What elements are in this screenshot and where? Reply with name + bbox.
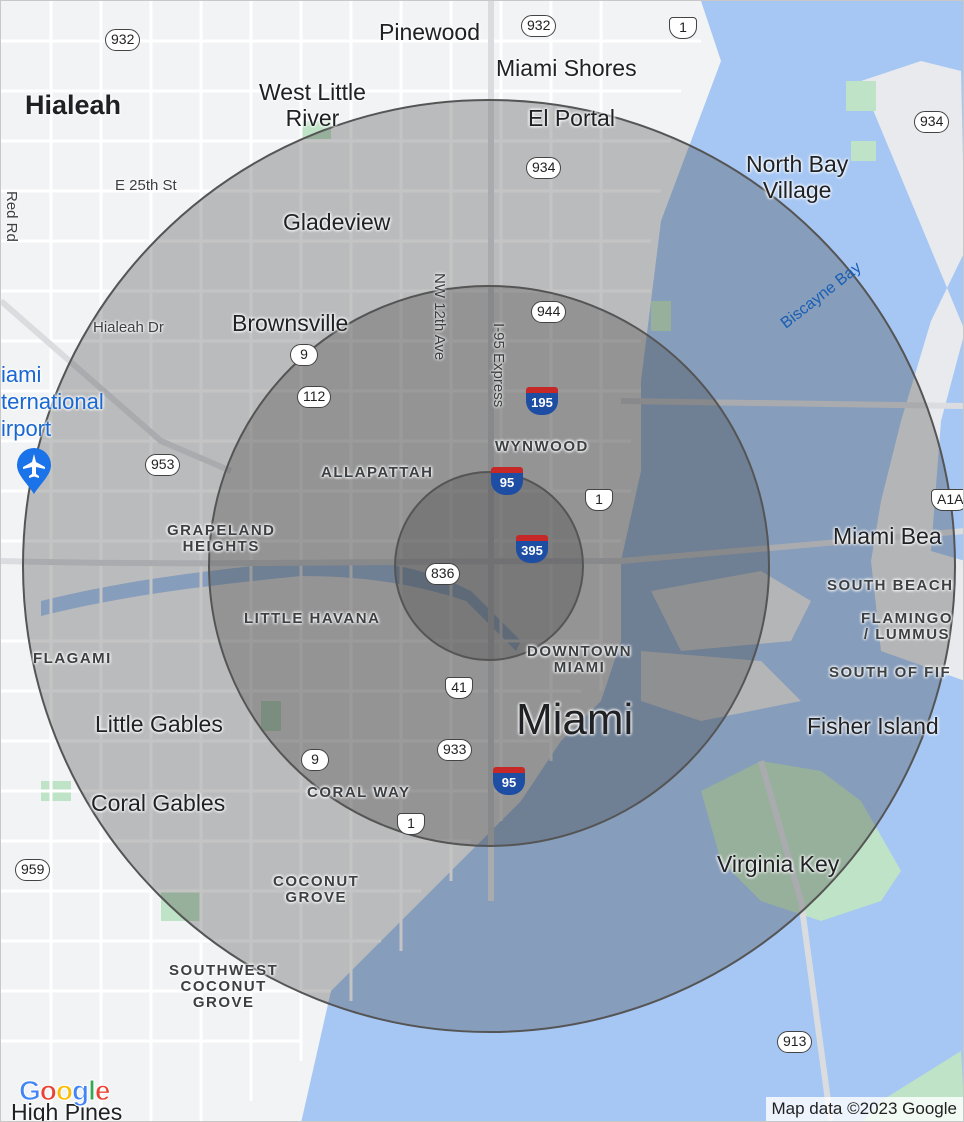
route-shield-934: 934 xyxy=(526,157,562,179)
interstate-shield-195: 195 xyxy=(526,387,558,415)
label-e-25th-st: E 25th St xyxy=(115,177,177,194)
route-shield-932: 932 xyxy=(521,15,557,37)
label-southwest-coconut-grove: SOUTHWEST COCONUT GROVE xyxy=(169,962,279,1011)
map-attribution[interactable]: Map data ©2023 Google xyxy=(765,1097,963,1121)
label-brownsville: Brownsville xyxy=(232,310,349,336)
label-coconut-grove: COCONUT GROVE xyxy=(273,873,360,906)
route-shield-934: 934 xyxy=(914,111,950,133)
radius-ring-inner xyxy=(394,471,584,661)
label-little-gables: Little Gables xyxy=(95,711,223,737)
interstate-shield-95: 95 xyxy=(491,467,523,495)
route-shield-933: 933 xyxy=(437,739,473,761)
label-i95-express: I-95 Express xyxy=(490,323,507,408)
label-miami-shores: Miami Shores xyxy=(496,55,637,81)
map-canvas[interactable]: Pinewood Miami Shores Hialeah West Littl… xyxy=(0,0,964,1122)
label-flamingo-lummus: FLAMINGO / LUMMUS xyxy=(861,610,953,643)
interstate-shield-395: 395 xyxy=(516,535,548,563)
label-miami-beach: Miami Bea xyxy=(833,523,942,549)
route-shield-us1: 1 xyxy=(585,489,613,511)
route-shield-944: 944 xyxy=(531,301,567,323)
label-grapeland-heights: GRAPELAND HEIGHTS xyxy=(167,522,276,555)
route-shield-us1: 1 xyxy=(397,813,425,835)
label-fisher-island: Fisher Island xyxy=(807,713,939,739)
route-shield-836: 836 xyxy=(425,563,461,585)
route-shield-9: 9 xyxy=(301,749,329,771)
label-hialeah-dr: Hialeah Dr xyxy=(93,319,164,336)
label-gladeview: Gladeview xyxy=(283,209,391,235)
label-hialeah: Hialeah xyxy=(25,90,122,120)
route-shield-us1: 1 xyxy=(669,17,697,39)
airplane-icon[interactable] xyxy=(15,447,53,495)
label-south-of-fifth: SOUTH OF FIF xyxy=(829,664,952,681)
label-south-beach: SOUTH BEACH xyxy=(827,577,954,594)
route-shield-932: 932 xyxy=(105,29,141,51)
google-logo[interactable]: Google xyxy=(19,1075,111,1107)
label-little-havana: LITTLE HAVANA xyxy=(244,610,381,627)
route-shield-953: 953 xyxy=(145,454,181,476)
label-pinewood: Pinewood xyxy=(379,19,481,45)
label-north-bay-village: North Bay Village xyxy=(746,151,849,203)
label-wynwood: WYNWOOD xyxy=(495,438,589,455)
label-el-portal: El Portal xyxy=(528,105,615,131)
label-coral-way: CORAL WAY xyxy=(307,784,411,801)
label-coral-gables: Coral Gables xyxy=(91,790,226,816)
label-allapattah: ALLAPATTAH xyxy=(321,464,434,481)
label-virginia-key: Virginia Key xyxy=(717,851,840,877)
label-nw-12th-ave: NW 12th Ave xyxy=(431,273,448,361)
route-shield-913: 913 xyxy=(777,1031,813,1053)
route-shield-959: 959 xyxy=(15,859,51,881)
route-shield-a1a: A1A xyxy=(931,489,963,511)
label-west-little-river: West Little River xyxy=(259,79,366,131)
interstate-shield-95: 95 xyxy=(493,767,525,795)
label-downtown-miami: DOWNTOWN MIAMI xyxy=(527,643,633,676)
label-miami: Miami xyxy=(516,695,634,744)
route-shield-9: 9 xyxy=(290,344,318,366)
route-shield-us41: 41 xyxy=(445,677,473,699)
radius-rings xyxy=(22,99,956,1033)
label-airport: iami ternational irport xyxy=(1,362,104,441)
label-flagami: FLAGAMI xyxy=(33,650,112,667)
label-red-rd: Red Rd xyxy=(3,191,20,242)
route-shield-112: 112 xyxy=(297,386,332,408)
